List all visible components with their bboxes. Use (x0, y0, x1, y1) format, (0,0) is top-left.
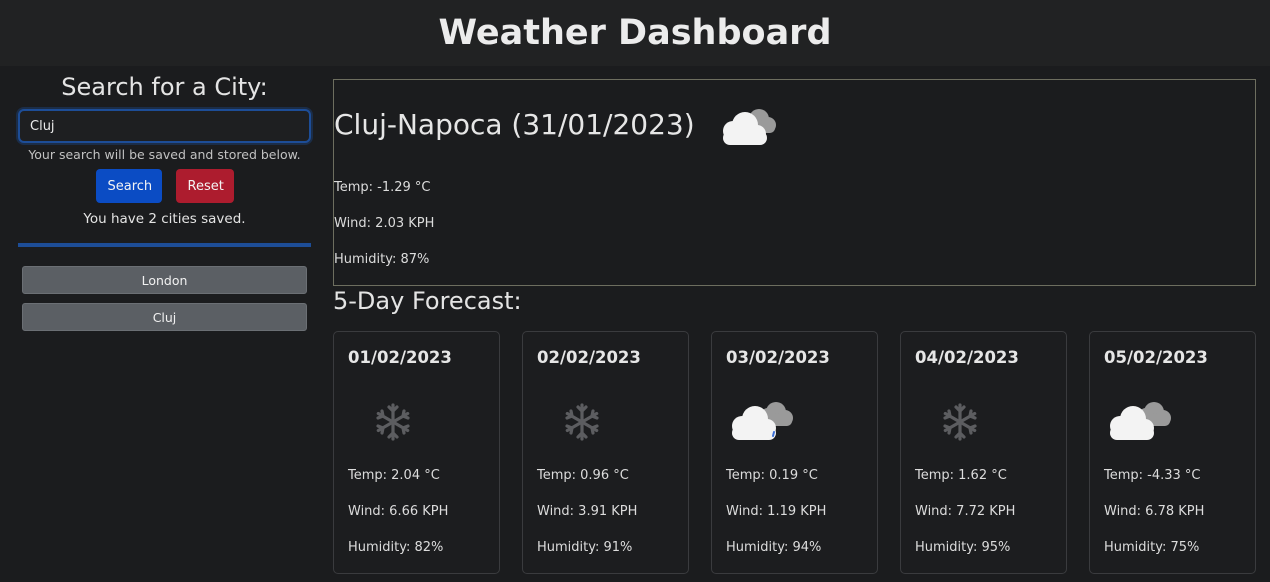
current-weather-panel: Cluj-Napoca (31/01/2023) Temp: -1.29 °C … (333, 79, 1256, 286)
forecast-card: 02/02/2023 Temp: 0.96 °C Wind: 3.91 KPH … (522, 331, 689, 574)
search-sidebar: Search for a City: Your search will be s… (18, 66, 311, 331)
current-wind: Wind: 2.03 KPH (334, 216, 435, 231)
forecast-temp: Temp: -4.33 °C (1104, 468, 1201, 483)
current-weather-header: Cluj-Napoca (31/01/2023) (334, 80, 1255, 168)
search-heading: Search for a City: (61, 73, 268, 101)
cloudy-icon (713, 103, 779, 151)
page-header: Weather Dashboard (0, 0, 1270, 66)
forecast-wind: Wind: 6.66 KPH (348, 504, 449, 519)
forecast-temp: Temp: 0.19 °C (726, 468, 818, 483)
forecast-humidity: Humidity: 95% (915, 540, 1011, 555)
saved-cities-count: You have 2 cities saved. (83, 211, 246, 227)
forecast-temp: Temp: 2.04 °C (348, 468, 440, 483)
snowflake-icon (348, 388, 428, 448)
forecast-card: 05/02/2023 Temp: -4.33 °C Wind: 6.78 KPH… (1089, 331, 1256, 574)
saved-city-list: London Cluj (18, 266, 311, 331)
forecast-wind: Wind: 6.78 KPH (1104, 504, 1205, 519)
forecast-card: 04/02/2023 Temp: 1.62 °C Wind: 7.72 KPH … (900, 331, 1067, 574)
forecast-date: 01/02/2023 (348, 348, 452, 367)
forecast-date: 05/02/2023 (1104, 348, 1208, 367)
page-title: Weather Dashboard (438, 13, 832, 53)
city-search-input[interactable] (18, 109, 311, 143)
search-actions: Search Reset (18, 169, 311, 203)
search-button[interactable]: Search (95, 169, 162, 203)
snowflake-icon (537, 388, 617, 448)
forecast-wind: Wind: 1.19 KPH (726, 504, 827, 519)
forecast-temp: Temp: 1.62 °C (915, 468, 1007, 483)
forecast-date: 04/02/2023 (915, 348, 1019, 367)
forecast-wind: Wind: 3.91 KPH (537, 504, 638, 519)
forecast-humidity: Humidity: 94% (726, 540, 822, 555)
forecast-humidity: Humidity: 75% (1104, 540, 1200, 555)
sidebar-divider (18, 243, 311, 247)
forecast-card: 01/02/2023 Temp: 2.04 °C Wind: 6.66 KPH … (333, 331, 500, 574)
current-temp: Temp: -1.29 °C (334, 180, 431, 195)
forecast-humidity: Humidity: 82% (348, 540, 444, 555)
forecast-date: 02/02/2023 (537, 348, 641, 367)
forecast-date: 03/02/2023 (726, 348, 830, 367)
forecast-card: 03/02/2023 Temp: 0.19 °C Wind: 1.19 KPH … (711, 331, 878, 574)
forecast-wind: Wind: 7.72 KPH (915, 504, 1016, 519)
search-helper-text: Your search will be saved and stored bel… (28, 147, 301, 162)
saved-city-button-london[interactable]: London (22, 266, 307, 294)
rain-cloud-icon (726, 388, 806, 448)
current-city-title: Cluj-Napoca (31/01/2023) (334, 107, 695, 141)
forecast-cards: 01/02/2023 Temp: 2.04 °C Wind: 6.66 KPH … (333, 331, 1256, 574)
current-humidity: Humidity: 87% (334, 252, 430, 267)
forecast-heading: 5-Day Forecast: (333, 287, 522, 315)
snowflake-icon (915, 388, 995, 448)
reset-button[interactable]: Reset (175, 169, 234, 203)
cloudy-icon (1104, 388, 1184, 448)
saved-city-button-cluj[interactable]: Cluj (22, 303, 307, 331)
forecast-humidity: Humidity: 91% (537, 540, 633, 555)
forecast-temp: Temp: 0.96 °C (537, 468, 629, 483)
